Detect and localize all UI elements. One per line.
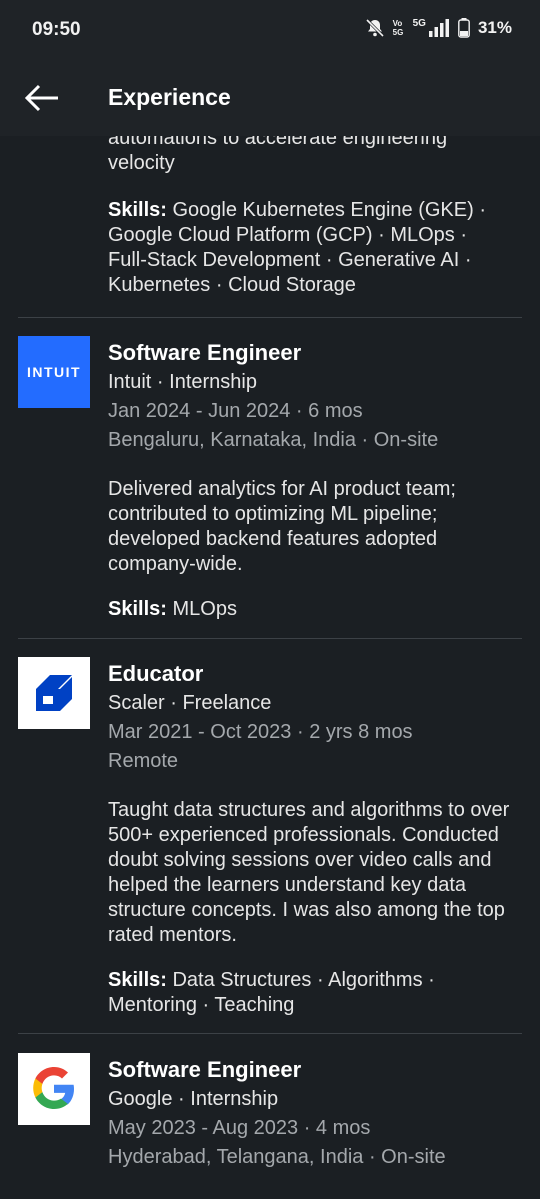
divider [18, 638, 522, 639]
previous-entry-tail: automations to accelerate engineering ve… [108, 136, 508, 298]
status-icons: Vo 5G 5G 31% [365, 18, 512, 38]
experience-list[interactable]: automations to accelerate engineering ve… [0, 136, 540, 1199]
page-title: Experience [108, 84, 231, 110]
job-location: Hyderabad, Telangana, India · On-site [108, 1146, 446, 1168]
job-location: Bengaluru, Karnataka, India · On-site [108, 429, 439, 451]
battery-percent: 31% [477, 18, 512, 37]
volte-label: Vo 5G [392, 19, 404, 37]
status-bar: 09:50 Vo 5G 5G 31% [0, 0, 540, 62]
entry-skills: Skills: Data Structures · Algorithms · M… [108, 968, 512, 1018]
job-title[interactable]: Educator [108, 659, 512, 689]
network-label: 5G [412, 17, 426, 29]
scaler-logo[interactable] [18, 657, 90, 729]
job-title[interactable]: Software Engineer [108, 338, 512, 368]
back-arrow-icon [24, 84, 58, 112]
employment-dates: May 2023 - Aug 2023 · 4 mos [108, 1117, 371, 1139]
company-name: Intuit · Internship [108, 371, 257, 393]
entry-skills: Skills: Google Kubernetes Engine (GKE) ·… [108, 198, 508, 298]
google-logo[interactable] [18, 1053, 90, 1125]
entry-skills: Skills: MLOps [108, 597, 512, 622]
signal-icon [428, 19, 449, 37]
company-name: Scaler · Freelance [108, 692, 272, 714]
employment-dates: Jan 2024 - Jun 2024 · 6 mos [108, 400, 363, 422]
divider [18, 317, 522, 318]
scaler-logo-icon [36, 675, 72, 711]
skills-list: MLOps [172, 598, 237, 620]
company-name: Google · Internship [108, 1088, 279, 1110]
mute-notifications-icon [365, 18, 384, 38]
app-header: Experience [0, 62, 540, 136]
entry-description: automations to accelerate engineering ve… [108, 136, 448, 174]
skills-label: Skills: [108, 969, 167, 991]
back-button[interactable] [22, 80, 62, 116]
skills-label: Skills: [108, 199, 167, 221]
intuit-logo-text: INTUIT [26, 364, 82, 380]
battery-icon [458, 18, 470, 38]
job-description: Taught data structures and algorithms to… [108, 799, 510, 946]
google-g-icon [33, 1067, 74, 1109]
divider [18, 1033, 522, 1034]
skills-label: Skills: [108, 598, 167, 620]
job-description: Delivered analytics for AI product team;… [108, 478, 456, 575]
job-location: Remote [108, 750, 179, 772]
intuit-logo[interactable]: INTUIT [18, 336, 90, 408]
employment-dates: Mar 2021 - Oct 2023 · 2 yrs 8 mos [108, 721, 413, 743]
status-time: 09:50 [32, 19, 81, 40]
job-title[interactable]: Software Engineer [108, 1055, 512, 1085]
